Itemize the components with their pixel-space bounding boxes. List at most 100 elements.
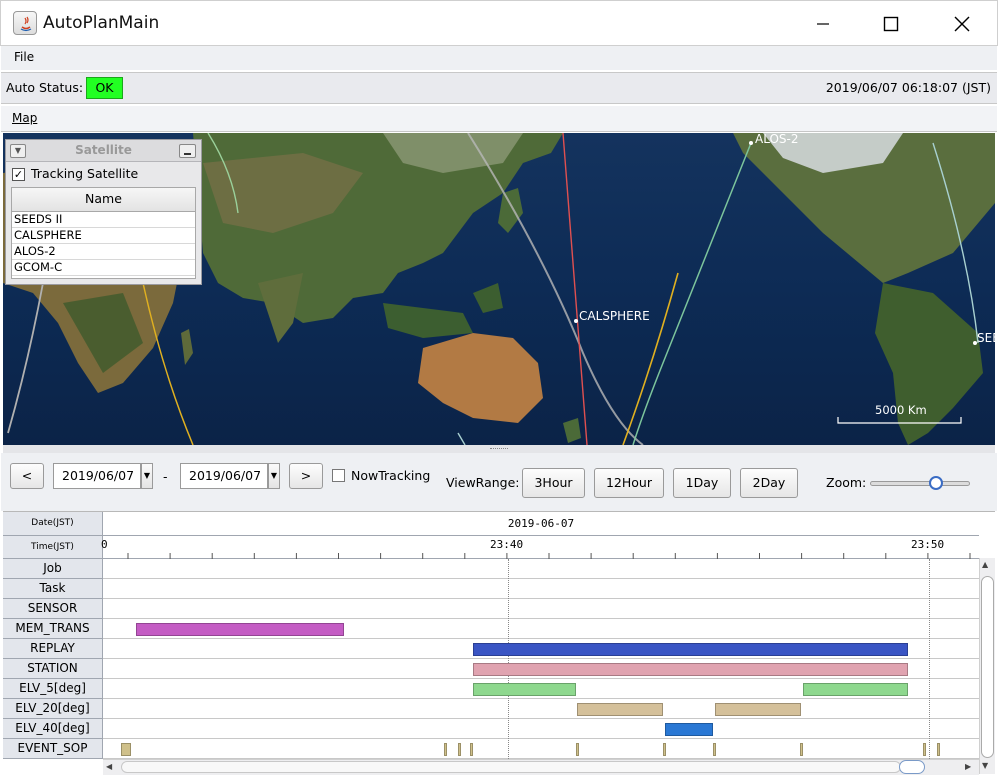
event-sop-marker[interactable] — [800, 743, 803, 756]
start-date-field[interactable]: 2019/06/07 — [53, 463, 141, 489]
close-button[interactable] — [939, 1, 985, 47]
time-header: Time(JST) — [3, 536, 103, 559]
map-label-alos2: ALOS-2 — [755, 133, 799, 146]
scroll-left-icon[interactable]: ◀ — [106, 762, 112, 771]
scroll-right-icon[interactable]: ▶ — [965, 762, 971, 771]
row-label-replay: REPLAY — [3, 639, 103, 659]
date-header: Date(JST) — [3, 512, 103, 536]
split-pane-divider[interactable] — [3, 445, 995, 453]
vertical-scrollbar[interactable]: ▲ ▼ — [979, 558, 995, 774]
time-tick-label: 0 — [101, 538, 108, 551]
panel-minimize-button[interactable] — [179, 144, 196, 158]
zoom-slider-thumb[interactable] — [929, 476, 943, 490]
event-sop-marker[interactable] — [713, 743, 716, 756]
elv40-bar[interactable] — [665, 723, 713, 736]
next-button[interactable]: > — [289, 463, 323, 489]
satellite-marker-calsphere — [574, 319, 578, 323]
range-2day-button[interactable]: 2Day — [740, 468, 798, 498]
date-separator: - — [163, 469, 168, 484]
end-date-field[interactable]: 2019/06/07 — [180, 463, 268, 489]
zoom-slider-track[interactable] — [870, 481, 970, 486]
mem-trans-bar[interactable] — [136, 623, 344, 636]
timeline-row — [103, 559, 979, 579]
row-label-event-sop: EVENT_SOP — [3, 739, 103, 759]
elv5-bar[interactable] — [473, 683, 576, 696]
row-label-task: Task — [3, 579, 103, 599]
timeline-row — [103, 579, 979, 599]
satellite-panel: ▼ Satellite ✓ Tracking Satellite Name SE… — [5, 139, 202, 285]
view-range-label: ViewRange: — [446, 475, 520, 490]
event-sop-marker[interactable] — [663, 743, 666, 756]
event-sop-marker[interactable] — [458, 743, 461, 756]
row-label-elv40: ELV_40[deg] — [3, 719, 103, 739]
window-title: AutoPlanMain — [43, 13, 160, 33]
station-bar[interactable] — [473, 663, 908, 676]
elv20-bar[interactable] — [715, 703, 801, 716]
time-axis: 0 23:40 23:50 — [101, 536, 979, 559]
elv20-bar[interactable] — [577, 703, 663, 716]
event-sop-marker[interactable] — [576, 743, 579, 756]
map-scale-label: 5000 Km — [875, 403, 927, 417]
satellite-row[interactable]: ALOS-2 — [12, 244, 195, 260]
range-1day-button[interactable]: 1Day — [673, 468, 731, 498]
title-bar: AutoPlanMain — [0, 0, 998, 46]
horizontal-scroll-thumb[interactable] — [899, 760, 925, 774]
row-label-station: STATION — [3, 659, 103, 679]
now-tracking-label: NowTracking — [351, 468, 431, 483]
date-axis-label: 2019-06-07 — [103, 512, 979, 536]
prev-button[interactable]: < — [10, 463, 44, 489]
tab-map[interactable]: Map — [12, 111, 37, 125]
replay-bar[interactable] — [473, 643, 908, 656]
column-header-name[interactable]: Name — [12, 188, 195, 212]
zoom-label: Zoom: — [826, 475, 867, 490]
satellite-row[interactable]: GCOM-C — [12, 260, 195, 276]
end-date-dropdown-icon[interactable]: ▼ — [268, 463, 280, 489]
horizontal-scrollbar[interactable]: ◀ ▶ — [103, 759, 979, 775]
timeline-row — [103, 599, 979, 619]
tracking-satellite-label: Tracking Satellite — [31, 166, 139, 181]
range-12hour-button[interactable]: 12Hour — [594, 468, 664, 498]
auto-status-badge: OK — [86, 77, 123, 99]
horizontal-scroll-track — [121, 761, 901, 773]
row-label-mem-trans: MEM_TRANS — [3, 619, 103, 639]
satellite-panel-header: ▼ Satellite — [6, 140, 201, 162]
elv5-bar[interactable] — [803, 683, 908, 696]
minimize-button[interactable] — [800, 1, 846, 47]
event-sop-marker[interactable] — [121, 743, 131, 756]
vertical-scroll-thumb[interactable] — [981, 576, 994, 758]
scroll-up-icon[interactable]: ▲ — [982, 560, 988, 569]
range-3hour-button[interactable]: 3Hour — [522, 468, 585, 498]
time-marker-line — [929, 559, 930, 759]
time-axis-ticks — [127, 553, 971, 559]
maximize-button[interactable] — [868, 1, 914, 47]
satellite-table: Name SEEDS II CALSPHERE ALOS-2 GCOM-C — [11, 187, 196, 279]
event-sop-marker[interactable] — [444, 743, 447, 756]
auto-status-label: Auto Status: — [6, 80, 84, 95]
row-label-sensor: SENSOR — [3, 599, 103, 619]
java-app-icon — [13, 11, 37, 35]
event-sop-marker[interactable] — [470, 743, 473, 756]
time-marker-line — [508, 559, 509, 759]
tracking-satellite-checkbox[interactable]: ✓ — [12, 168, 25, 181]
map-label-seeds: SEE — [977, 331, 995, 345]
menu-bar: File — [1, 46, 997, 70]
start-date-dropdown-icon[interactable]: ▼ — [141, 463, 153, 489]
event-sop-marker[interactable] — [923, 743, 926, 756]
scroll-down-icon[interactable]: ▼ — [982, 761, 988, 770]
row-label-elv5: ELV_5[deg] — [3, 679, 103, 699]
status-bar: Auto Status: OK 2019/06/07 06:18:07 (JST… — [1, 72, 997, 104]
tab-bar: Map — [1, 106, 997, 132]
satellite-row[interactable]: SEEDS II — [12, 212, 195, 228]
satellite-panel-title: Satellite — [75, 143, 132, 157]
timeline-chart: Date(JST) Time(JST) 2019-06-07 0 23:40 2… — [3, 511, 995, 775]
map-label-calsphere: CALSPHERE — [579, 309, 650, 323]
menu-file[interactable]: File — [12, 49, 36, 65]
satellite-row[interactable]: CALSPHERE — [12, 228, 195, 244]
now-tracking-checkbox[interactable] — [332, 469, 345, 482]
timeline-row — [103, 739, 979, 759]
event-sop-marker[interactable] — [937, 743, 940, 756]
time-tick-label: 23:50 — [911, 538, 945, 551]
time-tick-label: 23:40 — [490, 538, 524, 551]
timeline-row — [103, 719, 979, 739]
row-label-job: Job — [3, 559, 103, 579]
